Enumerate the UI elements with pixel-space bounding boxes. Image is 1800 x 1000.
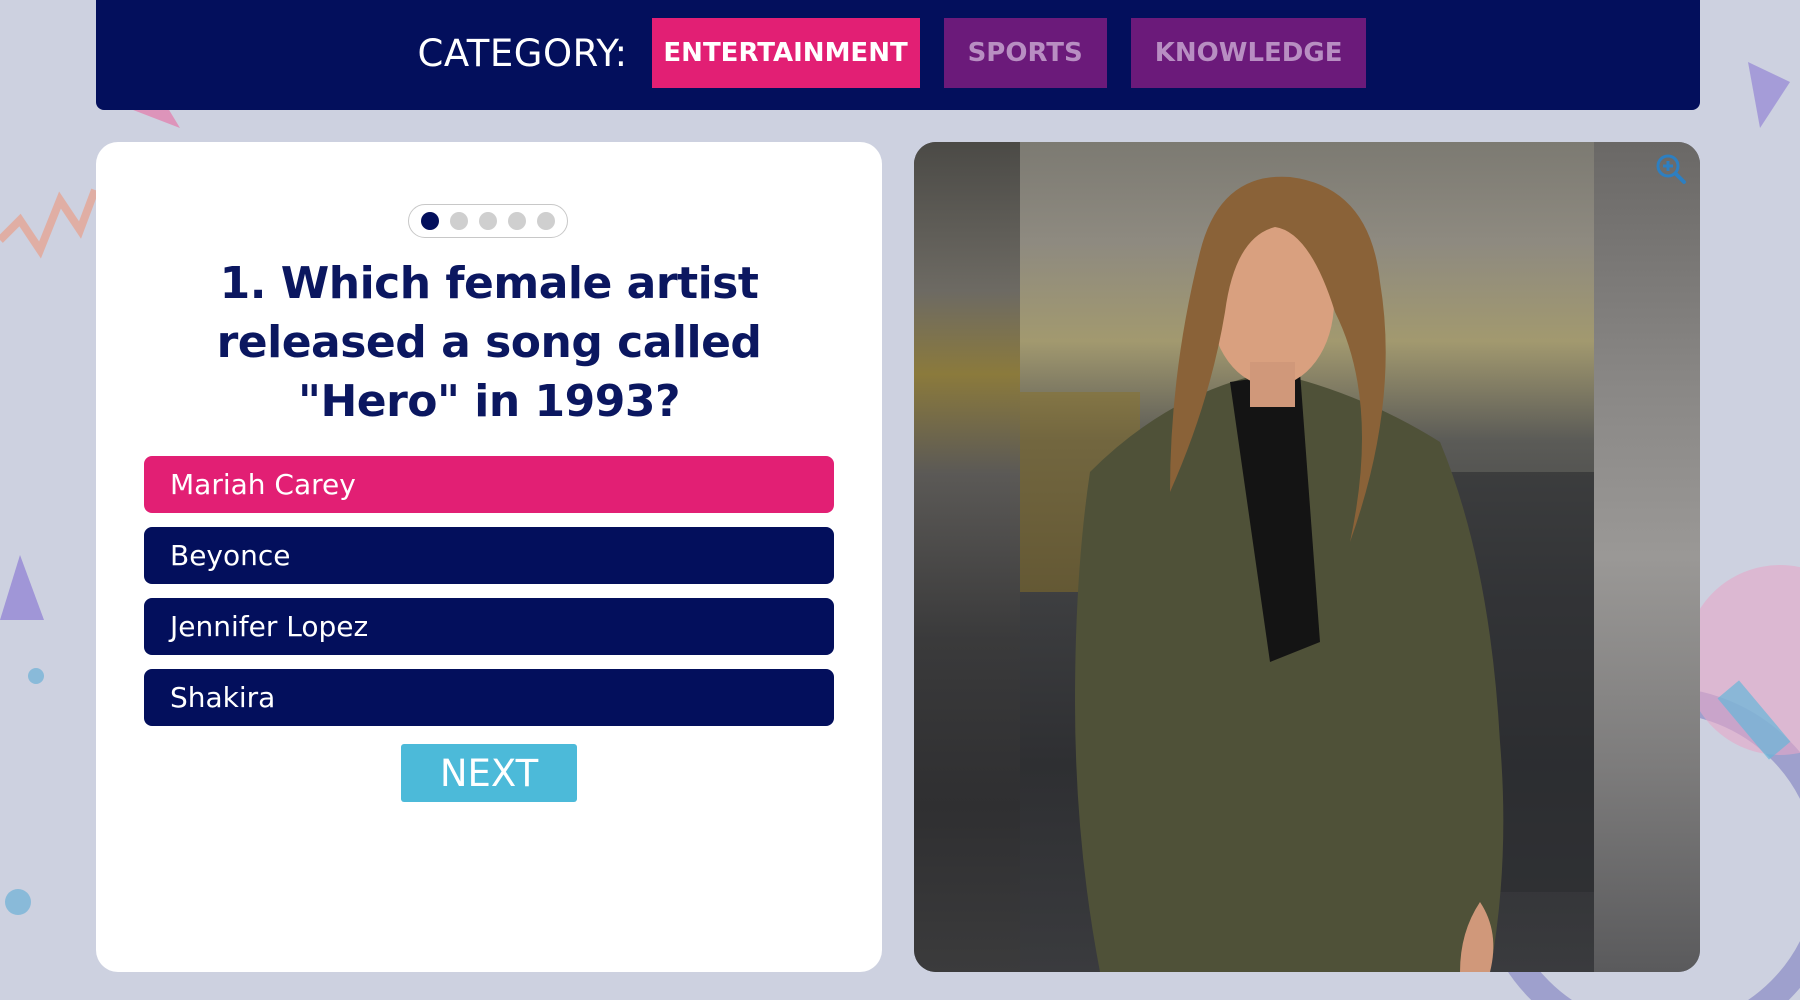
category-label: CATEGORY: (417, 31, 628, 75)
question-progress-dots (408, 204, 568, 238)
answer-label: Beyonce (170, 539, 291, 572)
answer-label: Shakira (170, 681, 276, 714)
answer-option-2[interactable]: Beyonce (144, 527, 834, 584)
category-knowledge-button[interactable]: KNOWLEDGE (1130, 18, 1367, 88)
question-photo[interactable] (1020, 142, 1594, 972)
image-blur-background (1594, 142, 1700, 972)
category-sports-button[interactable]: SPORTS (943, 18, 1107, 88)
dot-decoration (5, 889, 31, 915)
triangle-decoration (0, 555, 44, 620)
question-image-panel (914, 142, 1700, 972)
progress-dot-5[interactable] (537, 212, 555, 230)
question-text: 1. Which female artist released a song c… (216, 258, 762, 427)
dot-decoration (28, 668, 44, 684)
progress-dot-2[interactable] (450, 212, 468, 230)
progress-dot-1[interactable] (421, 212, 439, 230)
progress-dot-4[interactable] (508, 212, 526, 230)
zigzag-decoration (0, 188, 99, 259)
photo-illustration (1020, 176, 1594, 972)
answer-option-3[interactable]: Jennifer Lopez (144, 598, 834, 655)
image-blur-background (914, 142, 1020, 972)
category-entertainment-button[interactable]: ENTERTAINMENT (651, 18, 920, 88)
answer-option-1[interactable]: Mariah Carey (144, 456, 834, 513)
next-button[interactable]: NEXT (401, 744, 577, 802)
answer-label: Mariah Carey (170, 468, 356, 501)
category-header: CATEGORY: ENTERTAINMENT SPORTS KNOWLEDGE (96, 0, 1700, 110)
triangle-decoration (1748, 62, 1790, 128)
question-card: 1. Which female artist released a song c… (96, 142, 882, 972)
zoom-in-icon[interactable] (1654, 152, 1688, 186)
progress-dot-3[interactable] (479, 212, 497, 230)
answer-label: Jennifer Lopez (170, 610, 369, 643)
answer-option-4[interactable]: Shakira (144, 669, 834, 726)
